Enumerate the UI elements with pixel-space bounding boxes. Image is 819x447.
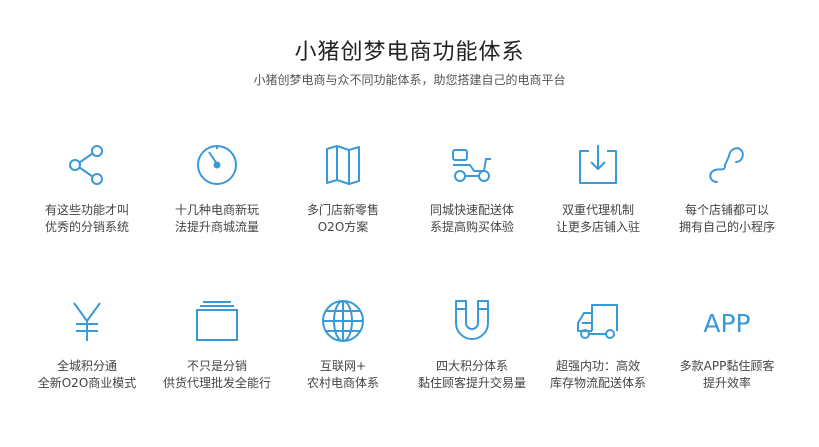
feature-line-1: 多款APP黏住顾客: [679, 359, 775, 373]
delivery-scooter-icon: [448, 141, 496, 189]
stacked-folder-icon: [193, 297, 241, 345]
feature-line-1: 四大积分体系: [435, 359, 508, 373]
feature-line-2: 法提升商城流量: [174, 220, 259, 234]
feature-line-2: O2O方案: [317, 220, 369, 234]
feature-line-2: 优秀的分销系统: [44, 220, 129, 234]
magnet-icon: [448, 297, 496, 345]
feature-line-1: 十几种电商新玩: [174, 203, 259, 217]
app-text-icon: APP: [703, 297, 751, 345]
feature-item[interactable]: 互联网+ 农村电商体系: [277, 297, 409, 392]
feature-line-1: 不只是分销: [186, 359, 247, 373]
feature-item[interactable]: 同城快速配送体 系提高购买体验: [406, 141, 538, 236]
truck-icon: [574, 297, 622, 345]
feature-line-2: 供货代理批发全能行: [162, 376, 271, 390]
feature-line-1: 有这些功能才叫: [44, 203, 129, 217]
feature-line-2: 全新O2O商业模式: [37, 376, 137, 390]
feature-line-1: 全城积分通: [56, 359, 117, 373]
feature-line-1: 互联网+: [319, 359, 367, 373]
feature-line-2: 农村电商体系: [306, 376, 379, 390]
mini-program-icon: [703, 141, 751, 189]
feature-item[interactable]: 不只是分销 供货代理批发全能行: [151, 297, 283, 392]
feature-line-1: 同城快速配送体: [429, 203, 514, 217]
feature-item[interactable]: APP 多款APP黏住顾客 提升效率: [661, 297, 793, 392]
yen-icon: [63, 297, 111, 345]
feature-item[interactable]: 十几种电商新玩 法提升商城流量: [151, 141, 283, 236]
feature-line-2: 拥有自己的小程序: [678, 220, 775, 234]
feature-item[interactable]: 四大积分体系 黏住顾客提升交易量: [406, 297, 538, 392]
share-icon: [63, 141, 111, 189]
globe-icon: [319, 297, 367, 345]
page-subtitle: 小猪创梦电商与众不同功能体系，助您搭建自己的电商平台: [253, 73, 566, 87]
feature-item[interactable]: 多门店新零售 O2O方案: [277, 141, 409, 236]
feature-item[interactable]: 有这些功能才叫 优秀的分销系统: [21, 141, 153, 236]
feature-line-1: 超强内功：高效: [555, 359, 640, 373]
feature-line-2: 让更多店铺入驻: [555, 220, 640, 234]
feature-line-1: 双重代理机制: [561, 203, 634, 217]
download-box-icon: [574, 141, 622, 189]
feature-line-1: 每个店铺都可以: [684, 203, 769, 217]
map-icon: [319, 141, 367, 189]
feature-line-2: 黏住顾客提升交易量: [417, 376, 526, 390]
feature-line-1: 多门店新零售: [306, 203, 379, 217]
feature-line-2: 库存物流配送体系: [549, 376, 646, 390]
stopwatch-icon: [193, 141, 241, 189]
feature-item[interactable]: 全城积分通 全新O2O商业模式: [21, 297, 153, 392]
app-icon-text: APP: [703, 309, 750, 338]
feature-item[interactable]: 超强内功：高效 库存物流配送体系: [532, 297, 664, 392]
feature-item[interactable]: 每个店铺都可以 拥有自己的小程序: [661, 141, 793, 236]
feature-line-2: 系提高购买体验: [429, 220, 514, 234]
page-title: 小猪创梦电商功能体系: [294, 40, 525, 65]
feature-item[interactable]: 双重代理机制 让更多店铺入驻: [532, 141, 664, 236]
feature-line-2: 提升效率: [702, 376, 751, 390]
